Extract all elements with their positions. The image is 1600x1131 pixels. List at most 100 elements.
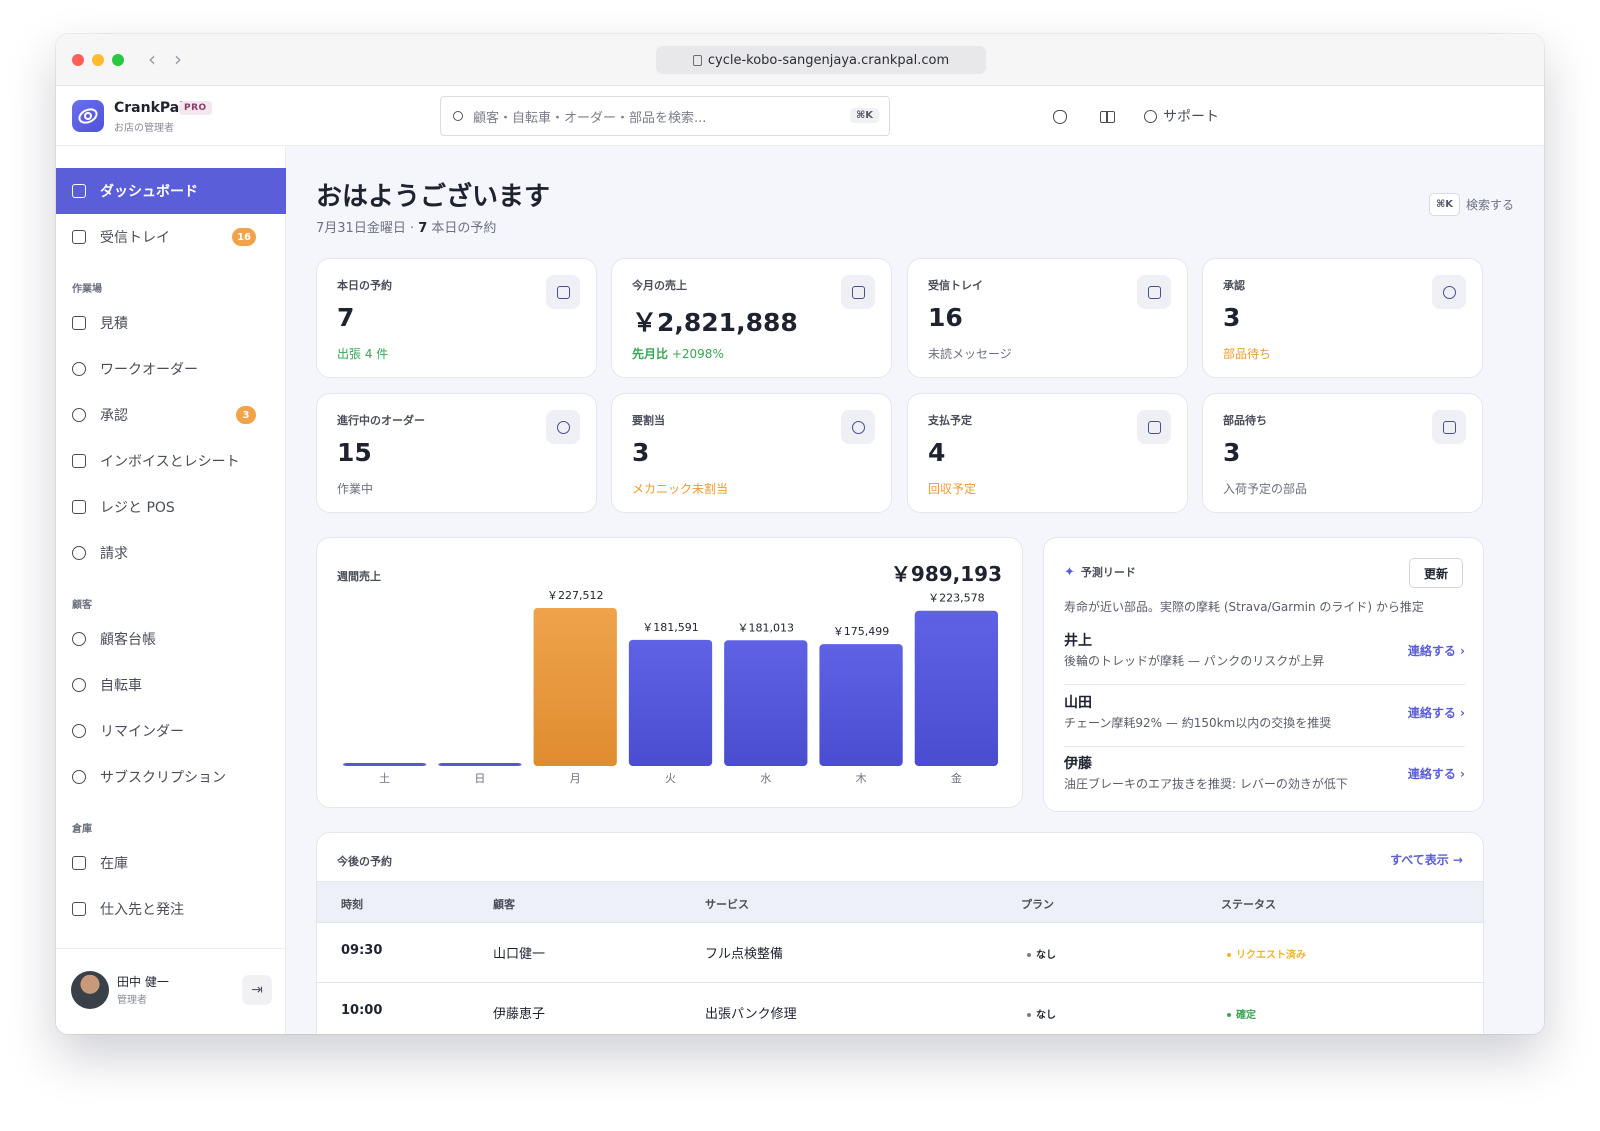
bar-火[interactable]: [628, 639, 713, 766]
page-title: おはようございます: [316, 182, 551, 212]
bar-月[interactable]: [533, 608, 617, 766]
today-bookings-suffix: 本日の予約: [427, 221, 497, 236]
refresh-button[interactable]: 更新: [1409, 558, 1463, 588]
bug-report-icon[interactable]: [1053, 110, 1067, 124]
lead-customer-name: 伊藤: [1064, 756, 1092, 772]
lead-divider: [1064, 684, 1465, 685]
stat-note: 入荷予定の部品: [1223, 482, 1308, 496]
sidebar-item-label: 見積: [100, 316, 128, 332]
predictive-leads-description: 寿命が近い部品。実際の摩耗 (Strava/Garmin のライド) から推定: [1064, 600, 1424, 614]
sidebar-item-invoices[interactable]: インボイスとレシート: [56, 438, 286, 484]
logout-icon: ⇥: [251, 982, 263, 998]
x-axis-tick-label: 土: [379, 772, 390, 785]
sidebar-item-dashboard[interactable]: ダッシュボード: [56, 168, 286, 214]
x-axis-tick-label: 水: [760, 772, 771, 785]
lead-divider: [1064, 746, 1465, 747]
bar-水[interactable]: [724, 640, 808, 766]
stat-card-active-orders[interactable]: 進行中のオーダー 15 作業中: [316, 393, 597, 513]
app-header: CrankPal PRO お店の管理者 顧客・自転車・オーダー・部品を検索...…: [56, 86, 1544, 146]
stat-note: 部品待ち: [1223, 347, 1272, 361]
sidebar-item-customer-ledger[interactable]: 顧客台帳: [56, 616, 286, 662]
bicycle-icon: [72, 678, 86, 692]
sidebar-item-inventory[interactable]: 在庫: [56, 840, 286, 886]
bar-土[interactable]: [343, 763, 427, 766]
view-all-link[interactable]: すべて表示 →: [1390, 851, 1463, 868]
stat-card-approvals[interactable]: 承認 3 部品待ち: [1202, 258, 1483, 378]
support-link[interactable]: サポート: [1144, 106, 1219, 126]
maximize-window-button[interactable]: [112, 54, 124, 66]
stat-card-payments-due[interactable]: 支払予定 4 回収予定: [907, 393, 1188, 513]
sidebar-item-bicycles[interactable]: 自転車: [56, 662, 286, 708]
bar-木[interactable]: [819, 644, 903, 766]
stat-note-prefix: 先月比: [632, 347, 669, 361]
bar-日[interactable]: [438, 763, 522, 766]
document-icon: [72, 316, 86, 330]
bar-value-label: ￥223,578: [928, 592, 985, 605]
booking-plan-label: なし: [1036, 1010, 1056, 1021]
sidebar-item-suppliers[interactable]: 仕入先と発注: [56, 886, 286, 932]
forward-arrow-icon[interactable]: ›: [174, 48, 182, 70]
booking-plan: なし: [1027, 946, 1056, 961]
booking-status-label: 確定: [1236, 1010, 1256, 1021]
stat-note: メカニック未割当: [632, 482, 729, 496]
contact-link[interactable]: 連絡する ›: [1408, 765, 1465, 782]
stat-value: 3: [632, 438, 650, 467]
x-axis-tick-label: 月: [570, 772, 581, 785]
stat-value: 7: [337, 303, 355, 332]
crankpal-logo-icon[interactable]: [72, 100, 104, 132]
stat-card-inbox[interactable]: 受信トレイ 16 未読メッセージ: [907, 258, 1188, 378]
search-shortcut-hint[interactable]: ⌘K 検索する: [1428, 193, 1514, 216]
contact-link[interactable]: 連絡する ›: [1408, 704, 1465, 721]
close-window-button[interactable]: [72, 54, 84, 66]
stat-label: 進行中のオーダー: [337, 414, 425, 427]
lead-reason: 後輪のトレッドが摩耗 — パンクのリスクが上昇: [1064, 654, 1325, 668]
weekly-sales-card: 週間売上 ￥989,193 土日 ￥227,512 月 ￥181,591 火 ￥181,0…: [316, 537, 1023, 808]
table-row[interactable]: 10:00 伊藤恵子 出張パンク修理 なし 確定: [317, 983, 1483, 1034]
sparkle-icon: ✦: [1064, 564, 1075, 580]
sidebar-item-reminders[interactable]: リマインダー: [56, 708, 286, 754]
sidebar-item-work-orders[interactable]: ワークオーダー: [56, 346, 286, 392]
booking-customer: 山口健一: [493, 947, 546, 962]
booking-time: 09:30: [341, 943, 383, 958]
approvals-count-badge: 3: [236, 406, 256, 424]
sidebar-item-billing[interactable]: 請求: [56, 530, 286, 576]
docs-book-icon[interactable]: [1100, 111, 1115, 123]
cash-icon: [72, 454, 86, 468]
sidebar-item-subscriptions[interactable]: サブスクリプション: [56, 754, 286, 800]
stat-card-parts-waiting[interactable]: 部品待ち 3 入荷予定の部品: [1202, 393, 1483, 513]
table-row[interactable]: 09:30 山口健一 フル点検整備 なし リクエスト済み: [317, 923, 1483, 983]
sidebar-item-label: 在庫: [100, 856, 128, 872]
minimize-window-button[interactable]: [92, 54, 104, 66]
sidebar-item-inbox[interactable]: 受信トレイ 16: [56, 214, 286, 260]
sidebar-item-estimates[interactable]: 見積: [56, 300, 286, 346]
stat-value: 3: [1223, 303, 1241, 332]
stat-card-today-bookings[interactable]: 本日の予約 7 出張 4 件: [316, 258, 597, 378]
stat-value: 3: [1223, 438, 1241, 467]
column-header-time[interactable]: 時刻: [341, 896, 363, 912]
stat-note: 先月比 +2098%: [632, 345, 724, 362]
sidebar-item-approvals[interactable]: 承認 3: [56, 392, 286, 438]
global-search-input[interactable]: 顧客・自転車・オーダー・部品を検索... ⌘K: [440, 96, 890, 136]
sidebar-item-label: 受信トレイ: [100, 230, 170, 246]
stat-card-needs-assignment[interactable]: 要割当 3 メカニック未割当: [611, 393, 892, 513]
sidebar-item-pos[interactable]: レジと POS: [56, 484, 286, 530]
check-circle-icon: [1432, 275, 1466, 309]
bar-金[interactable]: [914, 610, 998, 766]
wrench-icon: [72, 362, 86, 376]
sparkle-icon: [72, 724, 86, 738]
stat-label: 部品待ち: [1223, 414, 1267, 427]
contact-link[interactable]: 連絡する ›: [1408, 642, 1465, 659]
back-arrow-icon[interactable]: ‹: [148, 48, 156, 70]
column-header-customer[interactable]: 顧客: [493, 896, 515, 912]
column-header-status[interactable]: ステータス: [1221, 896, 1276, 912]
weekly-sales-chart: 土 日 ￥227,512 月 ￥181,591 火 ￥181,013 水 ￥175,499 木 ￥2…: [343, 589, 998, 785]
column-header-plan[interactable]: プラン: [1021, 896, 1054, 912]
search-hint-label: 検索する: [1465, 198, 1514, 212]
column-header-service[interactable]: サービス: [705, 896, 749, 912]
stat-card-monthly-sales[interactable]: 今月の売上 ￥2,821,888 先月比 +2098%: [611, 258, 892, 378]
user-avatar[interactable]: [71, 971, 109, 1009]
logout-button[interactable]: ⇥: [242, 975, 272, 1005]
address-bar[interactable]: cycle-kobo-sangenjaya.crankpal.com: [656, 46, 986, 74]
x-axis-tick-label: 火: [665, 772, 676, 785]
booking-plan: なし: [1027, 1006, 1056, 1021]
